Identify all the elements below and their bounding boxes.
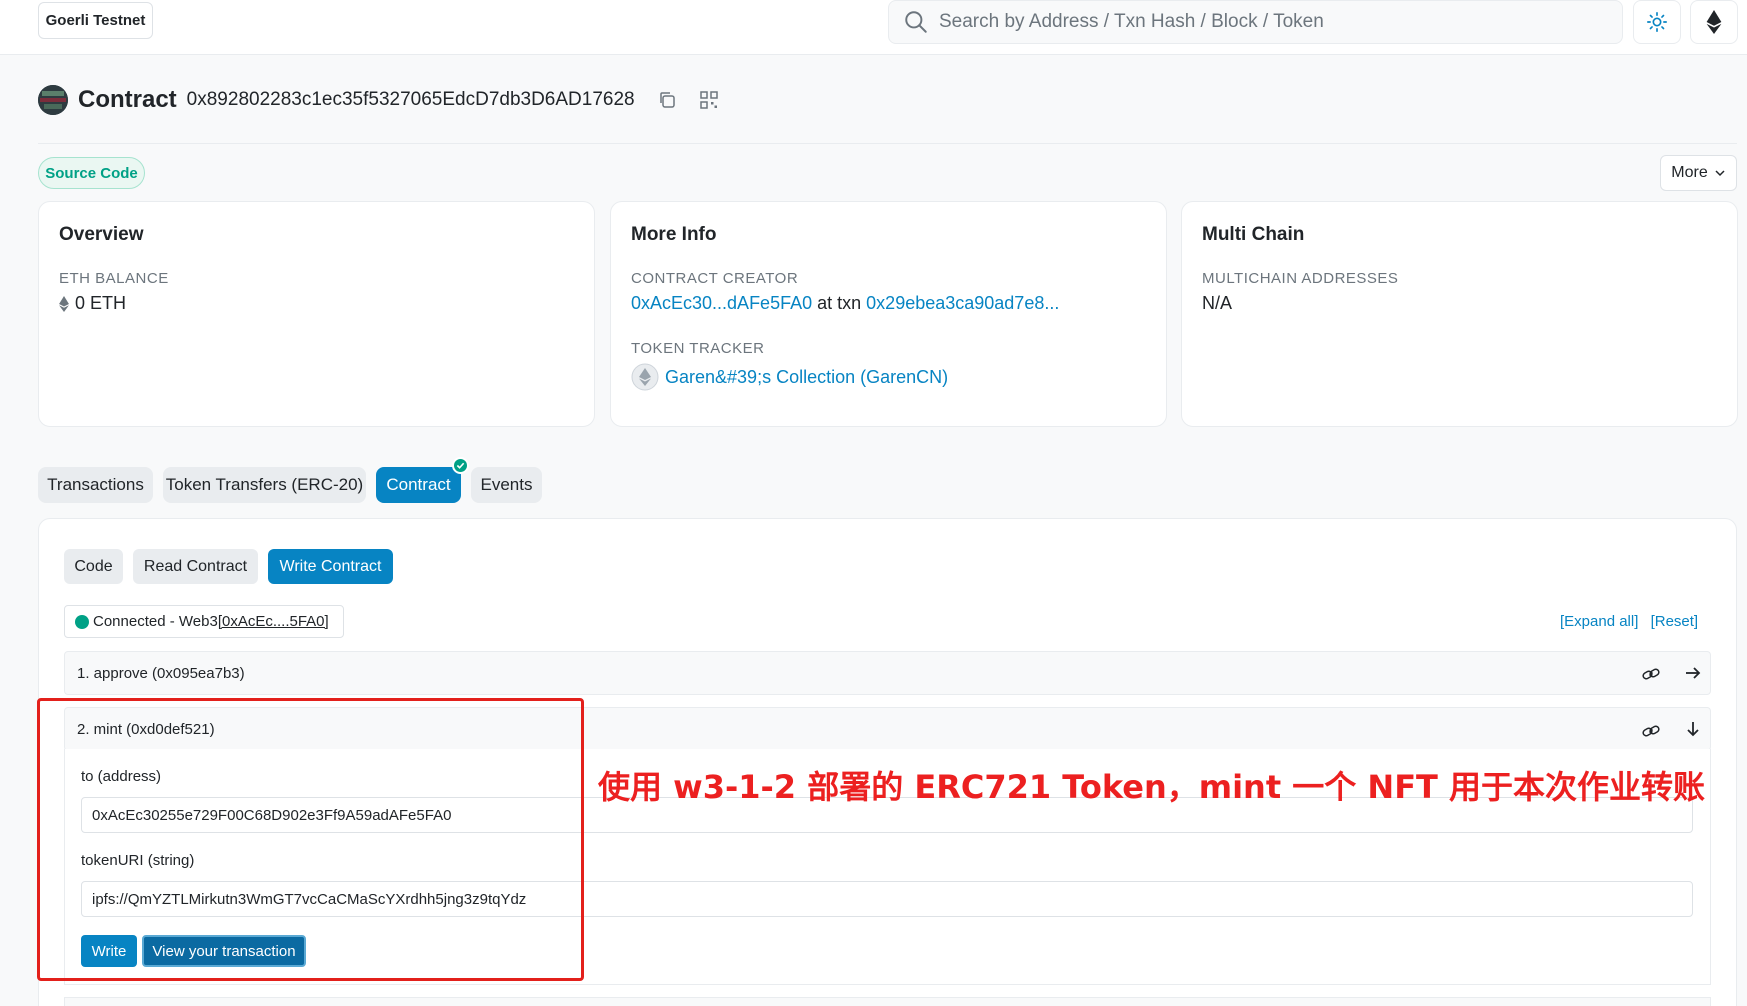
connected-address-link[interactable]: [0xAcEc....5FA0] — [218, 613, 329, 630]
arrow-down-icon[interactable] — [1683, 719, 1703, 739]
token-logo-icon — [631, 363, 659, 391]
web3-connection-status[interactable]: Connected - Web3 [0xAcEc....5FA0] — [64, 605, 344, 638]
overview-title: Overview — [59, 224, 144, 245]
divider — [38, 143, 1737, 144]
more-info-card: More Info CONTRACT CREATOR 0xAcEc30...dA… — [610, 201, 1167, 427]
function-label: 1. approve (0x095ea7b3) — [77, 664, 245, 682]
token-uri-input[interactable] — [81, 881, 1693, 917]
creator-txn-link[interactable]: 0x29ebea3ca90ad7e8... — [866, 293, 1059, 313]
subtab-write-contract[interactable]: Write Contract — [268, 549, 393, 584]
to-address-label: to (address) — [81, 768, 162, 785]
contract-label: Contract — [78, 86, 177, 113]
link-icon[interactable] — [1641, 721, 1661, 741]
multichain-addresses-label: MULTICHAIN ADDRESSES — [1202, 270, 1399, 287]
eth-balance-value: 0 ETH — [75, 293, 127, 313]
ethereum-icon — [59, 295, 69, 312]
contract-heading: Contract 0x892802283c1ec35f5327065EdcD7d… — [38, 80, 719, 120]
function-row-mint[interactable]: 2. mint (0xd0def521) — [64, 707, 1711, 751]
view-transaction-button[interactable]: View your transaction — [142, 935, 306, 967]
function-label: 2. mint (0xd0def521) — [77, 720, 215, 738]
network-select-button[interactable] — [1690, 0, 1738, 44]
contract-address: 0x892802283c1ec35f5327065EdcD7db3D6AD176… — [186, 89, 635, 110]
expand-reset-links: [Expand all] [Reset] — [1560, 613, 1706, 630]
tab-transactions[interactable]: Transactions — [38, 467, 153, 503]
contract-avatar — [38, 85, 68, 115]
connected-dot-icon — [75, 614, 89, 629]
next-function-row[interactable] — [64, 997, 1711, 1006]
chevron-down-icon — [1715, 170, 1725, 177]
ethereum-icon — [1706, 10, 1722, 34]
tab-token-transfers[interactable]: Token Transfers (ERC-20) — [163, 467, 366, 503]
function-row-approve[interactable]: 1. approve (0x095ea7b3) — [64, 651, 1711, 695]
subtab-read-contract[interactable]: Read Contract — [133, 549, 258, 584]
write-button[interactable]: Write — [81, 935, 137, 967]
qr-code-icon[interactable] — [699, 90, 719, 110]
token-tracker-link[interactable]: Garen&#39;s Collection (GarenCN) — [665, 367, 948, 388]
more-info-title: More Info — [631, 224, 717, 245]
expand-all-link[interactable]: [Expand all] — [1560, 613, 1638, 630]
multi-chain-card: Multi Chain MULTICHAIN ADDRESSES N/A — [1181, 201, 1738, 427]
search-icon — [905, 11, 927, 33]
creator-address-link[interactable]: 0xAcEc30...dAFe5FA0 — [631, 293, 812, 313]
token-uri-label: tokenURI (string) — [81, 852, 195, 869]
overview-card: Overview ETH BALANCE 0 ETH — [38, 201, 595, 427]
connection-text: Connected - Web3 — [93, 613, 218, 630]
network-badge[interactable]: Goerli Testnet — [38, 2, 153, 39]
more-dropdown-button[interactable]: More — [1660, 155, 1737, 191]
eth-balance-label: ETH BALANCE — [59, 270, 169, 287]
source-code-badge[interactable]: Source Code — [38, 157, 145, 189]
tab-contract[interactable]: Contract — [376, 467, 461, 503]
arrow-right-icon[interactable] — [1683, 663, 1703, 683]
top-header: Goerli Testnet — [0, 0, 1747, 55]
sun-icon — [1647, 12, 1667, 32]
more-label: More — [1671, 164, 1708, 181]
subtab-code[interactable]: Code — [64, 549, 123, 584]
theme-toggle-button[interactable] — [1633, 0, 1681, 44]
search-bar[interactable] — [888, 0, 1623, 44]
multichain-addresses-value: N/A — [1202, 293, 1233, 313]
at-txn-text: at txn — [817, 293, 862, 313]
copy-icon[interactable] — [657, 90, 677, 110]
tab-events[interactable]: Events — [471, 467, 542, 503]
verified-check-icon — [452, 457, 469, 474]
contract-creator-label: CONTRACT CREATOR — [631, 270, 799, 287]
multi-chain-title: Multi Chain — [1202, 224, 1305, 245]
reset-link[interactable]: [Reset] — [1651, 613, 1699, 630]
token-tracker-label: TOKEN TRACKER — [631, 340, 765, 357]
search-input[interactable] — [939, 11, 1579, 33]
annotation-text: 使用 w3-1-2 部署的 ERC721 Token，mint 一个 NFT 用… — [598, 768, 1706, 806]
link-icon[interactable] — [1641, 664, 1661, 684]
